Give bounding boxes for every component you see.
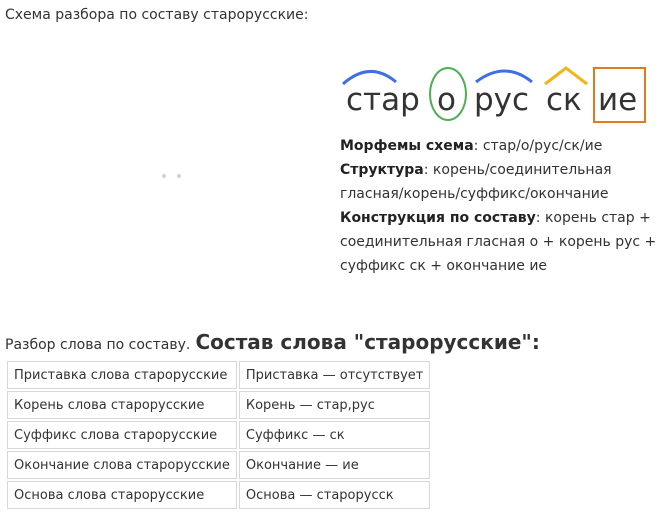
structure-line: Структура: корень/соединительная гласная… <box>340 158 658 206</box>
table-cell: Приставка слова старорусские <box>7 361 237 389</box>
morpheme-suffix: ск <box>546 82 582 118</box>
loading-dot <box>177 174 181 178</box>
morphemes-line: Морфемы схема: стар/о/рус/ск/ие <box>340 134 658 158</box>
table-cell: Корень слова старорусские <box>7 391 237 419</box>
morpheme-root-2: рус <box>474 82 530 118</box>
loading-dot <box>162 174 166 178</box>
morpheme-root-1: стар <box>346 82 420 118</box>
table-row: Основа слова старорусские Основа — старо… <box>7 481 431 509</box>
table-cell: Окончание — ие <box>238 451 431 479</box>
table-row: Корень слова старорусские Корень — стар,… <box>7 391 431 419</box>
morpheme-connecting-vowel: о <box>437 82 456 118</box>
morpheme-scheme: стар о рус ск ие <box>340 60 650 130</box>
table-cell: Приставка — отсутствует <box>238 361 431 389</box>
table-cell: Окончание слова старорусские <box>7 451 237 479</box>
loading-indicator <box>160 172 190 180</box>
table-cell: Суффикс слова старорусские <box>7 421 237 449</box>
analysis-title: Разбор слова по составу. Состав слова "с… <box>5 330 540 354</box>
analysis-heading: Состав слова "старорусские": <box>195 330 540 354</box>
scheme-title: Схема разбора по составу старорусские: <box>5 7 309 23</box>
morphemes-label: Морфемы схема <box>340 138 474 154</box>
analysis-intro: Разбор слова по составу. <box>5 337 191 353</box>
morpheme-ending: ие <box>598 82 638 118</box>
table-cell: Суффикс — ск <box>238 421 431 449</box>
table-row: Окончание слова старорусские Окончание —… <box>7 451 431 479</box>
morphemes-value: : стар/о/рус/ск/ие <box>473 138 603 154</box>
composition-table: Приставка слова старорусские Приставка —… <box>5 359 432 511</box>
table-row: Приставка слова старорусские Приставка —… <box>7 361 431 389</box>
construction-label: Конструкция по составу <box>340 210 536 226</box>
table-cell: Корень — стар,рус <box>238 391 431 419</box>
table-cell: Основа слова старорусские <box>7 481 237 509</box>
morpheme-info: Морфемы схема: стар/о/рус/ск/ие Структур… <box>340 134 658 278</box>
structure-label: Структура <box>340 162 424 178</box>
construction-line: Конструкция по составу: корень стар + со… <box>340 206 658 278</box>
table-cell: Основа — старорусск <box>238 481 431 509</box>
table-row: Суффикс слова старорусские Суффикс — ск <box>7 421 431 449</box>
